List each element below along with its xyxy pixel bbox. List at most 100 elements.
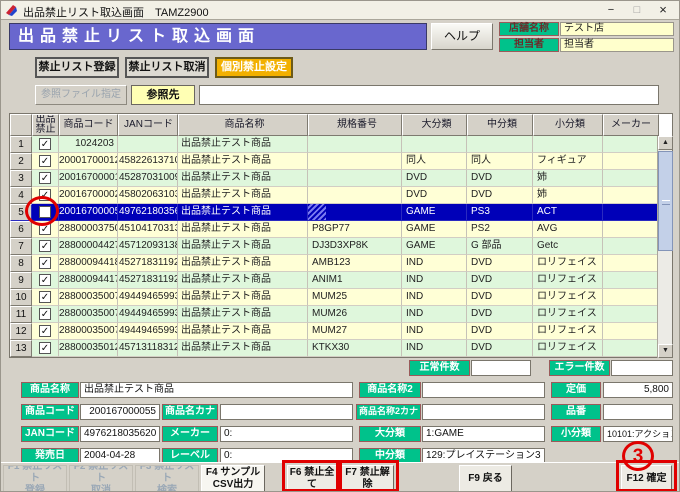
product-name-field[interactable]: 出品禁止テスト商品	[80, 382, 353, 398]
checked-checkbox-icon[interactable]: ✓	[39, 155, 51, 167]
cell-kikaku: ANIM1	[308, 272, 402, 289]
part-number-field[interactable]	[603, 404, 673, 420]
header-maker: メーカー	[603, 114, 659, 136]
cell-kikaku	[308, 153, 402, 170]
cell-chu: DVD	[467, 255, 533, 272]
major-category-label: 大分類	[359, 426, 421, 442]
table-row[interactable]: 10✓2880003500754944946599319出品禁止テスト商品MUM…	[10, 289, 672, 306]
cell-product-code: 200167000016	[59, 170, 118, 187]
table-row[interactable]: 9✓2880009441714527183119269出品禁止テスト商品ANIM…	[10, 272, 672, 289]
product-code-field[interactable]: 200167000055	[80, 404, 160, 420]
checked-checkbox-icon[interactable]: ✓	[39, 325, 51, 337]
cell-product-code: 288000044273	[59, 238, 118, 255]
cell-product-code: 200167000022	[59, 187, 118, 204]
cell-dai: GAME	[402, 238, 467, 255]
checked-checkbox-icon[interactable]: ✓	[39, 240, 51, 252]
cell-maker	[603, 153, 659, 170]
table-row[interactable]: 2✓2000170001214582261371076出品禁止テスト商品同人同人…	[10, 153, 672, 170]
table-row[interactable]: 1✓1024203出品禁止テスト商品	[10, 136, 672, 153]
checked-checkbox-icon[interactable]: ✓	[39, 308, 51, 320]
cell-kikaku: KTKX30	[308, 340, 402, 357]
close-button[interactable]: ×	[651, 2, 675, 18]
major-category-field[interactable]: 1:GAME	[422, 426, 545, 442]
product-kana-label: 商品名カナ	[162, 404, 218, 420]
ban-checkbox-cell[interactable]: ✓	[32, 153, 59, 170]
table-row[interactable]: 4✓2001670000224580206310357出品禁止テスト商品DVDD…	[10, 187, 672, 204]
cell-chu: DVD	[467, 289, 533, 306]
ban-checkbox-cell[interactable]: ✓	[32, 289, 59, 306]
ban-checkbox-cell[interactable]: ✓	[32, 340, 59, 357]
table-row[interactable]: 13✓2880003501214571311831213出品禁止テスト商品KTK…	[10, 340, 672, 357]
browse-button[interactable]: 参照先	[131, 85, 195, 105]
scroll-thumb[interactable]	[658, 151, 673, 251]
checked-checkbox-icon[interactable]: ✓	[39, 138, 51, 150]
minor-category-field[interactable]: 10101:アクション	[603, 426, 673, 442]
header-jan: JANコード	[118, 114, 178, 136]
ban-checkbox-cell[interactable]: ✓	[32, 323, 59, 340]
product-name2-kana-label: 商品名称2カナ	[356, 404, 421, 420]
ban-checkbox-cell[interactable]: ✓	[32, 170, 59, 187]
checked-checkbox-icon[interactable]: ✓	[39, 342, 51, 354]
register-list-button[interactable]: 禁止リスト登録	[35, 57, 119, 78]
cell-maker	[603, 306, 659, 323]
cell-jan-code: 4528703100903	[118, 170, 178, 187]
product-name2-kana-field[interactable]	[422, 404, 545, 420]
cell-dai: IND	[402, 323, 467, 340]
table-row[interactable]: 12✓2880003500774944946599333出品禁止テスト商品MUM…	[10, 323, 672, 340]
scroll-up-icon[interactable]: ▲	[658, 136, 673, 150]
maker-field[interactable]: 0:	[220, 426, 353, 442]
vertical-scrollbar[interactable]: ▲ ▼	[657, 136, 672, 358]
window-titlebar: 出品禁止リスト取込画面 TAMZ2900 − □ ×	[1, 1, 680, 20]
cell-kikaku: MUM26	[308, 306, 402, 323]
cancel-list-button[interactable]: 禁止リスト取消	[125, 57, 209, 78]
table-row[interactable]: 3✓2001670000164528703100903出品禁止テスト商品DVDD…	[10, 170, 672, 187]
cell-product-name: 出品禁止テスト商品	[178, 187, 308, 204]
cell-product-code: 288000350076	[59, 306, 118, 323]
ref-file-button: 参照ファイル指定	[35, 85, 127, 105]
individual-ban-button[interactable]: 個別禁止設定	[215, 57, 293, 78]
cell-dai: IND	[402, 272, 467, 289]
ban-checkbox-cell[interactable]: ✓	[32, 306, 59, 323]
product-name2-field[interactable]	[422, 382, 545, 398]
annotation-circle-checkbox	[25, 196, 59, 226]
minimize-button[interactable]: −	[599, 2, 623, 18]
ban-checkbox-cell[interactable]: ✓	[32, 136, 59, 153]
f4-sample-csv-button[interactable]: F4 サンプルCSV出力	[201, 465, 265, 492]
cell-jan-code: 4527183119276	[118, 255, 178, 272]
scroll-down-icon[interactable]: ▼	[658, 344, 673, 358]
file-path-input[interactable]	[199, 85, 659, 105]
app-icon	[5, 4, 18, 17]
cell-sho: Getc	[533, 238, 603, 255]
maximize-button[interactable]: □	[625, 2, 649, 18]
table-row[interactable]: 11✓2880003500764944946599326出品禁止テスト商品MUM…	[10, 306, 672, 323]
table-row[interactable]: 52001670000554976218035620出品禁止テスト商品GAMEP…	[10, 204, 672, 221]
cell-product-name: 出品禁止テスト商品	[178, 221, 308, 238]
table-row[interactable]: 8✓2880009441834527183119276出品禁止テスト商品AMB1…	[10, 255, 672, 272]
cell-product-name: 出品禁止テスト商品	[178, 136, 308, 153]
product-kana-field[interactable]	[220, 404, 353, 420]
cell-maker	[603, 255, 659, 272]
ban-checkbox-cell[interactable]: ✓	[32, 238, 59, 255]
table-row[interactable]: 7✓2880000442734571209313803出品禁止テスト商品DJ3D…	[10, 238, 672, 255]
cell-product-name: 出品禁止テスト商品	[178, 289, 308, 306]
ban-checkbox-cell[interactable]: ✓	[32, 272, 59, 289]
ban-checkbox-cell[interactable]: ✓	[32, 255, 59, 272]
cell-kikaku	[308, 170, 402, 187]
table-row[interactable]: 6✓2880000375014510417031321出品禁止テスト商品P8GP…	[10, 221, 672, 238]
checked-checkbox-icon[interactable]: ✓	[39, 257, 51, 269]
checked-checkbox-icon[interactable]: ✓	[39, 291, 51, 303]
help-button[interactable]: ヘルプ	[431, 23, 493, 50]
cell-kikaku: MUM25	[308, 289, 402, 306]
checked-checkbox-icon[interactable]: ✓	[39, 172, 51, 184]
cell-dai: IND	[402, 340, 467, 357]
cell-maker	[603, 221, 659, 238]
cell-maker	[603, 238, 659, 255]
header-kikaku: 規格番号	[308, 114, 402, 136]
f9-back-button[interactable]: F9 戻る	[459, 465, 512, 492]
checked-checkbox-icon[interactable]: ✓	[39, 274, 51, 286]
list-price-field[interactable]: 5,800	[603, 382, 673, 398]
cell-maker	[603, 340, 659, 357]
cell-chu: G 部品	[467, 238, 533, 255]
jan-code-field[interactable]: 4976218035620	[80, 426, 160, 442]
cell-sho: ロリフェイス	[533, 289, 603, 306]
